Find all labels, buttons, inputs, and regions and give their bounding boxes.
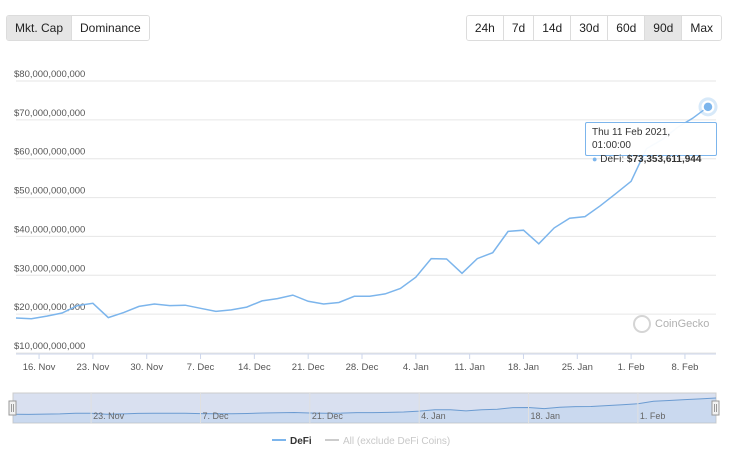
x-tick-label: 21. Dec [292, 362, 325, 373]
navigator-tick-label: 21. Dec [312, 411, 344, 421]
y-tick-label: $80,000,000,000 [14, 69, 85, 80]
x-tick-label: 8. Feb [671, 362, 698, 373]
tooltip-value: $73,353,611,944 [626, 154, 702, 165]
x-tick-label: 16. Nov [23, 362, 56, 373]
legend-label: DeFi [290, 436, 312, 447]
y-axis: $10,000,000,000$20,000,000,000$30,000,00… [14, 69, 85, 352]
navigator-left-handle[interactable] [8, 400, 17, 416]
tooltip-series-name: DeFi: [600, 154, 625, 165]
tooltip: Thu 11 Feb 2021, 01:00:00 ● DeFi: $73,35… [585, 122, 717, 165]
x-tick-label: 18. Jan [508, 362, 539, 373]
x-tick-label: 11. Jan [454, 362, 484, 373]
navigator-tick-label: 18. Jan [531, 411, 561, 421]
x-tick-label: 7. Dec [187, 362, 215, 373]
handle-box [8, 400, 17, 416]
legend: DeFi All (exclude DeFi Coins) [272, 436, 450, 447]
navigator[interactable]: 23. Nov 7. Dec 21. Dec 4. Jan 18. Jan 1. Feb [8, 392, 720, 424]
coingecko-logo-icon [633, 315, 651, 333]
x-tick-label: 30. Nov [130, 362, 163, 373]
defi-hover-point [702, 101, 714, 113]
x-tick-label: 28. Dec [346, 362, 379, 373]
watermark-text: CoinGecko [655, 318, 710, 330]
navigator-tick-label: 1. Feb [640, 411, 666, 421]
tooltip-series-dot-icon: ● [592, 154, 598, 164]
y-tick-label: $10,000,000,000 [14, 341, 85, 352]
navigator-right-handle[interactable] [711, 400, 720, 416]
coingecko-watermark: CoinGecko [633, 315, 709, 333]
x-tick-label: 25. Jan [562, 362, 593, 373]
y-tick-label: $60,000,000,000 [14, 147, 85, 158]
legend-item-defi[interactable]: DeFi [272, 436, 312, 447]
y-tick-label: $50,000,000,000 [14, 186, 85, 197]
legend-label: All (exclude DeFi Coins) [343, 436, 450, 447]
x-tick-label: 14. Dec [238, 362, 271, 373]
x-tick-label: 1. Feb [618, 362, 645, 373]
handle-box [711, 400, 720, 416]
navigator-tick-label: 4. Jan [421, 411, 446, 421]
market-cap-chart: $10,000,000,000$20,000,000,000$30,000,00… [8, 69, 720, 447]
y-tick-label: $30,000,000,000 [14, 263, 85, 274]
legend-item-all[interactable]: All (exclude DeFi Coins) [325, 436, 450, 447]
tooltip-date: Thu 11 Feb 2021, 01:00:00 [592, 127, 671, 151]
y-tick-label: $40,000,000,000 [14, 224, 85, 235]
x-tick-label: 4. Jan [403, 362, 429, 373]
navigator-tick-label: 23. Nov [93, 411, 125, 421]
x-tick-label: 23. Nov [77, 362, 110, 373]
navigator-tick-label: 7. Dec [202, 411, 229, 421]
x-axis: 16. Nov 23. Nov 30. Nov 7. Dec 14. Dec 21. De… [16, 353, 716, 373]
y-tick-label: $70,000,000,000 [14, 108, 85, 119]
